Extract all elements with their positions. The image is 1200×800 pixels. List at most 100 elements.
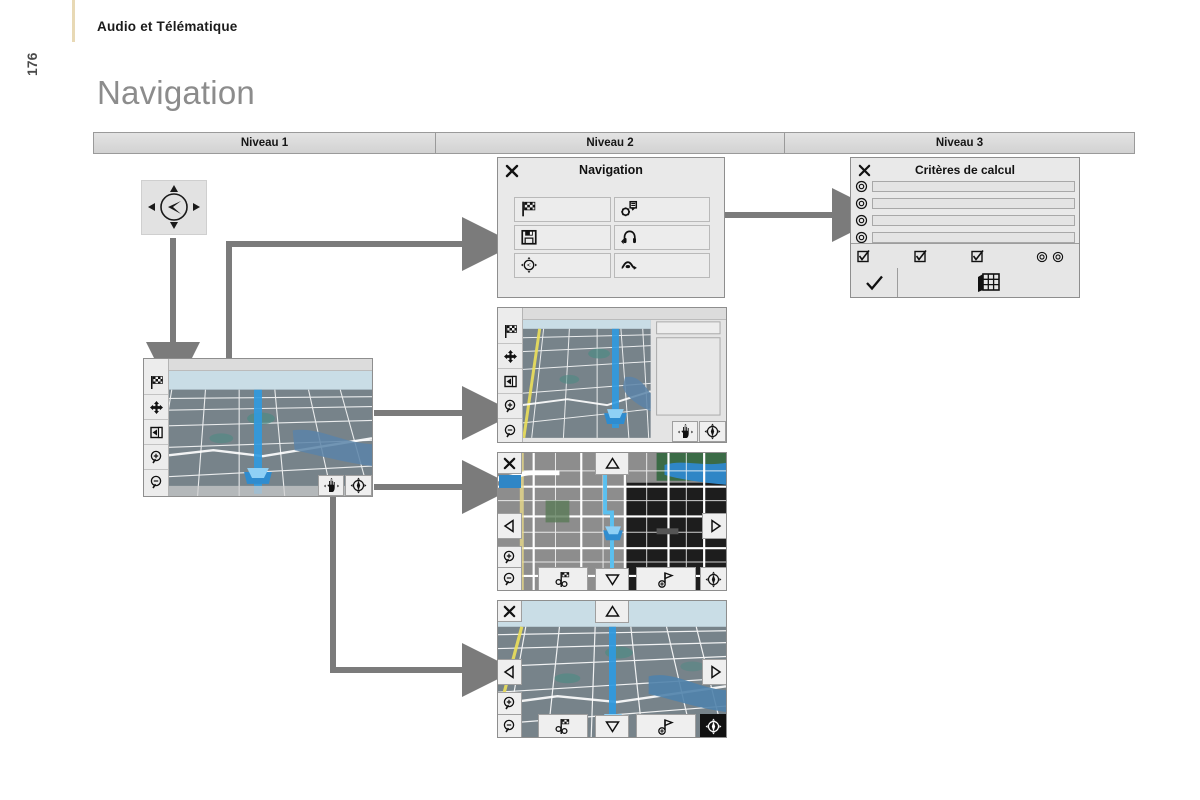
compass-joystick-icon <box>520 256 538 274</box>
add-waypoint-button[interactable] <box>636 714 696 737</box>
nav-button-compass-joystick[interactable] <box>514 253 611 278</box>
zoom-out-icon <box>503 572 515 585</box>
zoom-in-button[interactable] <box>498 546 522 569</box>
radio-unselected-icon[interactable] <box>855 214 868 227</box>
map-sidebar <box>498 308 523 442</box>
criteria-checkbox-1[interactable] <box>851 250 908 263</box>
document-page: Audio et Télématique 176 Navigation Nive… <box>0 0 1200 800</box>
zoom-in-button[interactable] <box>498 692 522 715</box>
criteria-panel-title: Critères de calcul <box>914 163 1016 177</box>
sidebar-item-zoom-out[interactable] <box>498 419 522 442</box>
radio-unselected-icon[interactable] <box>1036 251 1048 263</box>
criteria-option-value <box>872 180 1075 192</box>
close-button[interactable] <box>498 601 522 622</box>
pan-right-button[interactable] <box>702 659 726 685</box>
nav-button-traffic-info[interactable] <box>613 225 710 250</box>
add-waypoint-flag-icon <box>658 571 674 588</box>
four-way-move-icon <box>149 400 163 414</box>
radio-unselected-icon[interactable] <box>855 231 868 244</box>
map-3d-screen[interactable] <box>143 358 373 497</box>
joystick-button[interactable] <box>141 180 207 235</box>
pan-right-button[interactable] <box>702 513 726 539</box>
criteria-option-row[interactable] <box>855 213 1075 227</box>
criteria-confirm-button[interactable] <box>851 268 898 297</box>
pan-down-button[interactable] <box>595 568 629 590</box>
criteria-option-row[interactable] <box>855 196 1075 210</box>
exit-arrow-icon <box>503 375 517 387</box>
compass-icon <box>705 571 722 587</box>
map-compass-button[interactable] <box>700 567 726 590</box>
map-compass-button[interactable] <box>700 714 726 737</box>
sidebar-item-move[interactable] <box>144 395 168 420</box>
nav-button-save[interactable] <box>514 225 611 250</box>
sidebar-item-zoom-in[interactable] <box>144 445 168 470</box>
criteria-checkbox-3[interactable] <box>965 250 1022 263</box>
poi-button[interactable] <box>538 567 588 590</box>
add-waypoint-button[interactable] <box>636 567 696 590</box>
zoom-in-icon <box>504 399 515 412</box>
checkbox-checked-icon <box>914 250 927 263</box>
zoom-out-button[interactable] <box>498 567 522 590</box>
pan-up-button[interactable] <box>595 601 629 623</box>
compass-icon <box>350 477 367 494</box>
criteria-toolbar <box>851 243 1079 270</box>
floppy-save-icon <box>521 229 537 245</box>
pan-left-button[interactable] <box>498 513 522 539</box>
criteria-panel[interactable]: Critères de calcul <box>850 157 1080 298</box>
sidebar-item-zoom-out[interactable] <box>144 470 168 495</box>
status-indicator <box>499 475 521 488</box>
criteria-option-value <box>872 231 1075 243</box>
radio-unselected-icon[interactable] <box>1052 251 1064 263</box>
close-button[interactable] <box>498 453 522 474</box>
map-sidebar <box>144 359 169 496</box>
map-status-bar <box>498 308 726 320</box>
navigation-menu-panel[interactable]: Navigation <box>497 157 725 298</box>
map-3d-pan-screen[interactable] <box>497 600 727 738</box>
arrow-right-icon <box>710 519 721 533</box>
navigation-menu-title: Navigation <box>579 163 643 177</box>
map-pan-hand-button[interactable] <box>672 421 698 442</box>
poi-flag-icon <box>554 718 569 734</box>
arrow-down-icon <box>604 721 620 733</box>
criteria-option-row[interactable] <box>855 179 1075 193</box>
zoom-out-button[interactable] <box>498 714 522 737</box>
map-status-bar <box>144 359 372 371</box>
criteria-options-list <box>855 179 1075 247</box>
map-pan-hand-button[interactable] <box>318 475 344 496</box>
poi-button[interactable] <box>538 714 588 737</box>
route-settings-icon <box>620 200 637 217</box>
compass-icon <box>705 718 722 734</box>
sidebar-item-zoom-in[interactable] <box>498 394 522 419</box>
map-grid-icon <box>977 272 1000 292</box>
radio-unselected-icon[interactable] <box>855 180 868 193</box>
criteria-option-row[interactable] <box>855 230 1075 244</box>
zoom-in-icon <box>503 696 515 710</box>
nav-button-detour[interactable] <box>613 253 710 278</box>
pan-left-button[interactable] <box>498 659 522 685</box>
hand-pan-icon <box>323 477 339 492</box>
criteria-map-grid-button[interactable] <box>898 268 1079 297</box>
sidebar-item-destination[interactable] <box>144 370 168 395</box>
checkered-flag-icon <box>504 324 517 338</box>
arrow-left-icon <box>503 519 514 533</box>
arrow-right-icon <box>710 665 721 679</box>
map-compass-button[interactable] <box>345 475 372 496</box>
arrow-down-icon <box>604 574 620 586</box>
pan-up-button[interactable] <box>595 453 629 475</box>
nav-button-route-settings[interactable] <box>613 197 710 222</box>
zoom-out-icon <box>150 475 161 489</box>
map-2d-pan-screen[interactable] <box>497 452 727 591</box>
four-way-move-icon <box>503 349 517 363</box>
nav-button-destination[interactable] <box>514 197 611 222</box>
sidebar-item-exit[interactable] <box>498 369 522 394</box>
map-split-screen[interactable] <box>497 307 727 443</box>
radio-unselected-icon[interactable] <box>855 197 868 210</box>
arrow-left-icon <box>503 665 514 679</box>
pan-down-button[interactable] <box>595 715 629 737</box>
map-compass-button[interactable] <box>699 421 726 442</box>
criteria-checkbox-2[interactable] <box>908 250 965 263</box>
sidebar-item-destination[interactable] <box>498 319 522 344</box>
criteria-radio-group <box>1036 251 1064 263</box>
sidebar-item-move[interactable] <box>498 344 522 369</box>
sidebar-item-exit[interactable] <box>144 420 168 445</box>
